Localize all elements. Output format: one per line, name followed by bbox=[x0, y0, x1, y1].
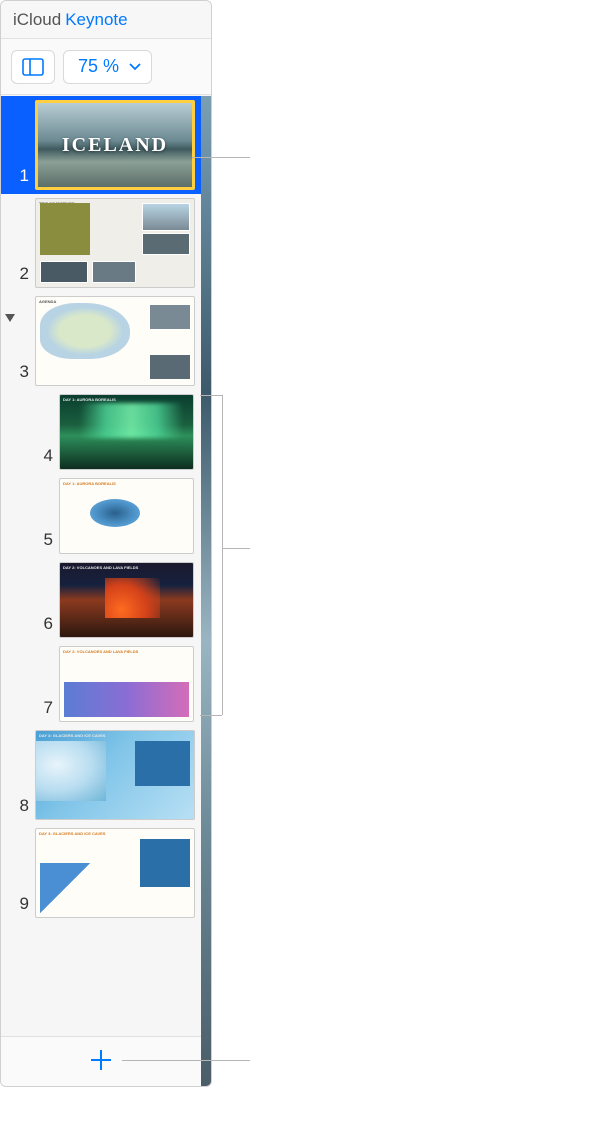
slide-header: DAY 1: AURORA BOREALIS bbox=[63, 397, 116, 402]
slide-header: DAY 2: VOLCANOES AND LAVA FIELDS bbox=[63, 649, 138, 654]
slide-number: 4 bbox=[29, 446, 53, 466]
thumbnail: DAY 1: AURORA BOREALIS bbox=[59, 394, 194, 470]
view-mode-button[interactable] bbox=[11, 50, 55, 84]
slide-thumbnail-9[interactable]: 9 DAY 3: GLACIERS AND ICE CAVES bbox=[1, 824, 201, 922]
callout-line bbox=[222, 548, 250, 549]
slide-header: DAY 3: GLACIERS AND ICE CAVES bbox=[39, 831, 105, 836]
slide-number: 1 bbox=[5, 166, 29, 186]
callout-line bbox=[200, 395, 222, 396]
toolbar: 75 % bbox=[1, 39, 211, 95]
slide-number: 5 bbox=[29, 530, 53, 550]
canvas-edge bbox=[201, 96, 212, 1086]
zoom-value: 75 % bbox=[78, 56, 119, 77]
thumbnail: TRIP OBJECTIVES bbox=[35, 198, 195, 288]
view-navigator-icon bbox=[22, 58, 44, 76]
slide-thumbnail-7[interactable]: 7 DAY 2: VOLCANOES AND LAVA FIELDS bbox=[1, 642, 201, 726]
slide-thumbnail-5[interactable]: 5 DAY 1: AURORA BOREALIS bbox=[1, 474, 201, 558]
slide-thumbnail-2[interactable]: 2 TRIP OBJECTIVES bbox=[1, 194, 201, 292]
thumbnail: DAY 2: VOLCANOES AND LAVA FIELDS bbox=[59, 646, 194, 722]
zoom-select[interactable]: 75 % bbox=[63, 50, 152, 84]
callout-line bbox=[122, 1060, 250, 1061]
slide-header: DAY 3: GLACIERS AND ICE CAVES bbox=[39, 733, 105, 738]
plus-icon bbox=[88, 1047, 114, 1073]
slide-navigator[interactable]: 1 ICELAND 2 TRIP OBJECTIVES 3 AGENDA bbox=[1, 96, 201, 1036]
disclosure-down-icon bbox=[4, 313, 16, 323]
slide-number: 3 bbox=[5, 362, 29, 382]
callout-line bbox=[192, 157, 250, 158]
thumbnail: DAY 2: VOLCANOES AND LAVA FIELDS bbox=[59, 562, 194, 638]
slide-header: AGENDA bbox=[39, 299, 56, 304]
callout-line bbox=[222, 395, 223, 715]
slide-number: 8 bbox=[5, 796, 29, 816]
keynote-window: iCloud Keynote 75 % 1 ICELAND 2 bbox=[0, 0, 212, 1087]
chevron-down-icon bbox=[129, 63, 141, 71]
slide-header: DAY 1: AURORA BOREALIS bbox=[63, 481, 116, 486]
thumbnail: DAY 3: GLACIERS AND ICE CAVES bbox=[35, 828, 195, 918]
slide-number: 9 bbox=[5, 894, 29, 914]
thumbnail: DAY 1: AURORA BOREALIS bbox=[59, 478, 194, 554]
slide-number: 6 bbox=[29, 614, 53, 634]
thumbnail: AGENDA bbox=[35, 296, 195, 386]
icloud-label: iCloud bbox=[13, 10, 61, 30]
navigator-footer bbox=[1, 1036, 201, 1086]
disclosure-triangle[interactable] bbox=[4, 310, 16, 328]
slide-number: 7 bbox=[29, 698, 53, 718]
slide-thumbnail-4[interactable]: 4 DAY 1: AURORA BOREALIS bbox=[1, 390, 201, 474]
slide-thumbnail-3[interactable]: 3 AGENDA bbox=[1, 292, 201, 390]
slide-thumbnail-6[interactable]: 6 DAY 2: VOLCANOES AND LAVA FIELDS bbox=[1, 558, 201, 642]
callout-line bbox=[200, 715, 222, 716]
app-name-label[interactable]: Keynote bbox=[65, 10, 127, 30]
slide-header: DAY 2: VOLCANOES AND LAVA FIELDS bbox=[63, 565, 138, 570]
slide-thumbnail-8[interactable]: 8 DAY 3: GLACIERS AND ICE CAVES bbox=[1, 726, 201, 824]
thumbnail: ICELAND bbox=[35, 100, 195, 190]
thumbnail: DAY 3: GLACIERS AND ICE CAVES bbox=[35, 730, 195, 820]
add-slide-button[interactable] bbox=[88, 1046, 114, 1078]
slide-number: 2 bbox=[5, 264, 29, 284]
window-header: iCloud Keynote bbox=[1, 1, 211, 39]
slide-title: ICELAND bbox=[62, 134, 168, 157]
slide-thumbnail-1[interactable]: 1 ICELAND bbox=[1, 96, 201, 194]
